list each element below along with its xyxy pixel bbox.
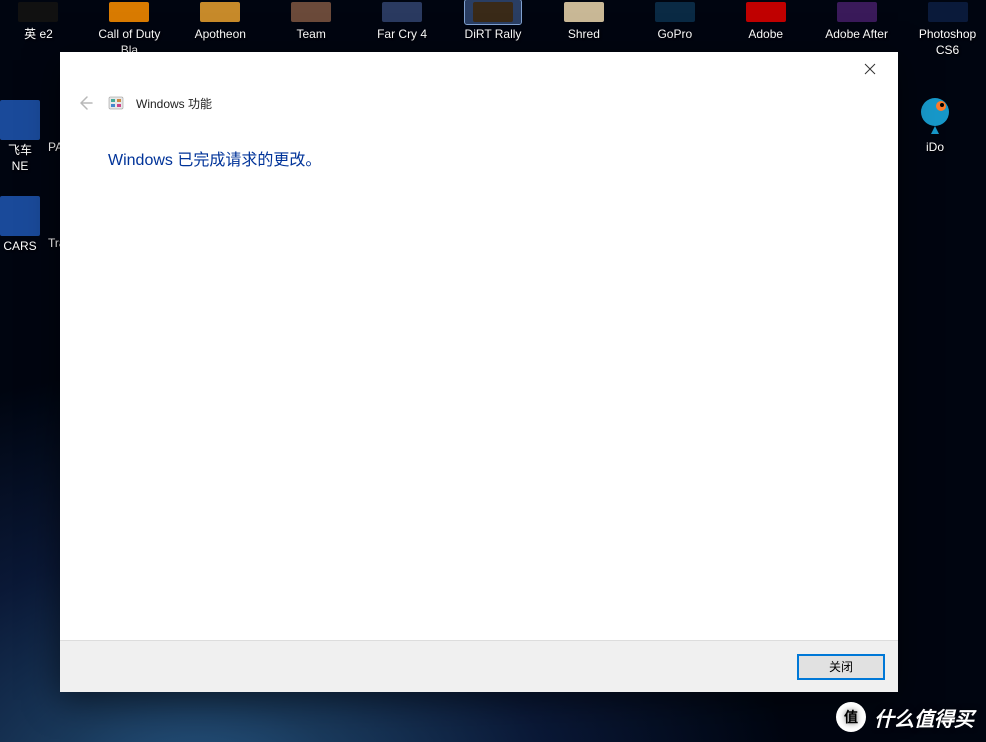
close-icon[interactable] bbox=[847, 54, 892, 84]
app-icon bbox=[647, 0, 703, 24]
desktop-icon-label: iDo bbox=[926, 140, 944, 154]
desktop-icon[interactable]: Apotheon bbox=[182, 0, 259, 58]
desktop-icon-label: Far Cry 4 bbox=[377, 27, 427, 43]
app-icon bbox=[829, 0, 885, 24]
desktop-icon-label: Adobe After bbox=[825, 27, 888, 43]
desktop-icon[interactable]: Photoshop CS6 bbox=[909, 0, 986, 58]
desktop-icon-label: CARS bbox=[3, 239, 36, 255]
desktop-icon-ido[interactable]: iDo bbox=[902, 92, 968, 154]
app-icon bbox=[10, 0, 66, 24]
dialog-header: Windows 功能 bbox=[60, 86, 898, 120]
dialog-titlebar bbox=[60, 52, 898, 86]
app-icon bbox=[920, 0, 976, 24]
desktop-icon-label: Photoshop CS6 bbox=[909, 27, 986, 58]
watermark-text: 什么值得买 bbox=[874, 703, 974, 732]
desktop-icon-label: Team bbox=[297, 27, 326, 43]
desktop-icons-row: 英 e2 Call of Duty Bla Apotheon Team Far Cry … bbox=[0, 0, 986, 58]
dialog-footer: 关闭 bbox=[60, 640, 898, 692]
desktop-icon[interactable]: Adobe After bbox=[818, 0, 895, 58]
desktop-icon[interactable]: DiRT Rally bbox=[455, 0, 532, 58]
desktop-icon-label: Apotheon bbox=[195, 27, 246, 43]
desktop-icon[interactable]: GoPro bbox=[636, 0, 713, 58]
desktop-icon-label: 英 e2 bbox=[24, 27, 53, 43]
windows-features-icon bbox=[108, 95, 124, 111]
app-icon bbox=[0, 100, 44, 140]
app-icon bbox=[192, 0, 248, 24]
desktop-icon-label: Shred bbox=[568, 27, 600, 43]
desktop-icon-label: DiRT Rally bbox=[465, 27, 522, 43]
desktop-icon[interactable]: Call of Duty Bla bbox=[91, 0, 168, 58]
close-button[interactable]: 关闭 bbox=[798, 655, 884, 679]
ido-icon bbox=[913, 92, 957, 136]
desktop-icon[interactable]: Far Cry 4 bbox=[364, 0, 441, 58]
desktop-icons-col: 飞车 NEPACARSTra bbox=[0, 100, 66, 255]
watermark-badge-icon: 值 bbox=[836, 702, 866, 732]
app-icon bbox=[465, 0, 521, 24]
desktop-icon[interactable]: Adobe bbox=[727, 0, 804, 58]
desktop-icon-label: 飞车 NE bbox=[8, 143, 32, 174]
desktop-icon[interactable]: 英 e2 bbox=[0, 0, 77, 58]
dialog-title: Windows 功能 bbox=[136, 95, 212, 112]
desktop-icon-label: Adobe bbox=[748, 27, 783, 43]
app-icon bbox=[283, 0, 339, 24]
app-icon bbox=[101, 0, 157, 24]
watermark: 值 什么值得买 bbox=[836, 702, 974, 732]
app-icon bbox=[738, 0, 794, 24]
windows-features-dialog: Windows 功能 Windows 已完成请求的更改。 关闭 bbox=[60, 52, 898, 692]
app-icon bbox=[556, 0, 612, 24]
desktop-icon-label: GoPro bbox=[657, 27, 692, 43]
app-icon bbox=[374, 0, 430, 24]
app-icon bbox=[0, 196, 44, 236]
desktop-icon[interactable]: Shred bbox=[545, 0, 622, 58]
dialog-message: Windows 已完成请求的更改。 bbox=[108, 146, 850, 170]
back-arrow-icon bbox=[74, 92, 96, 114]
dialog-body: Windows 已完成请求的更改。 bbox=[60, 120, 898, 640]
desktop-icon[interactable]: Team bbox=[273, 0, 350, 58]
